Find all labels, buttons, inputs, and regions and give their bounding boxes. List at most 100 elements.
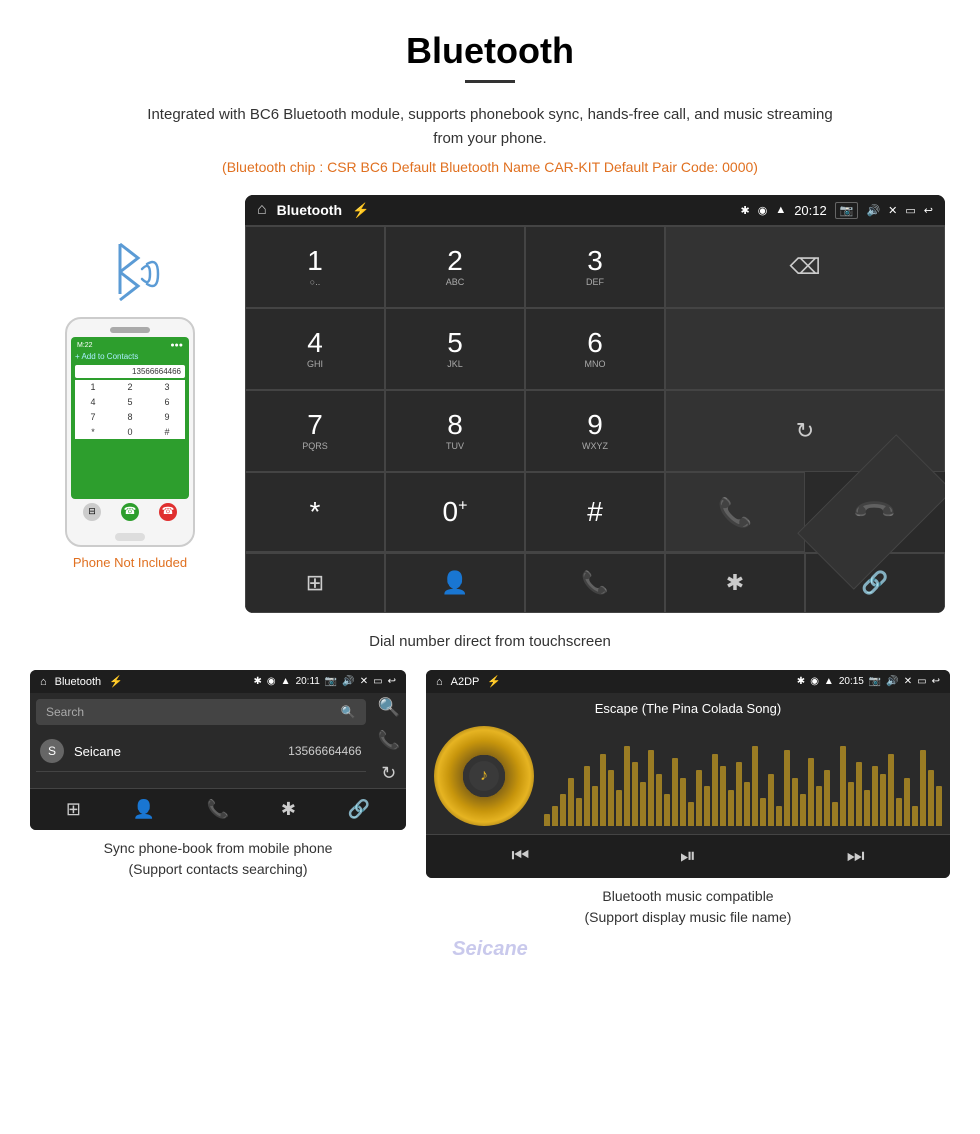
viz-bar (912, 806, 918, 826)
viz-bar (792, 778, 798, 826)
side-refresh-icon[interactable]: ↻ (381, 763, 396, 784)
home-icon[interactable]: ⌂ (257, 201, 267, 219)
dial-key-hash[interactable]: # (525, 472, 665, 552)
viz-bar (720, 766, 726, 826)
pb-contacts-icon[interactable]: 👤 (133, 799, 155, 820)
phone-home-button (115, 533, 145, 541)
music-toolbar: ⏮ ⏯ ⏭ (426, 834, 950, 878)
backspace-key[interactable]: ⌫ (665, 226, 945, 308)
viz-bar (632, 762, 638, 826)
pb-fs-icon[interactable]: ▭ (373, 676, 382, 687)
pb-camera-icon[interactable]: 📷 (325, 676, 337, 687)
phone-button[interactable]: 📞 (525, 553, 665, 613)
pb-bt-icon: ✱ (254, 676, 262, 687)
viz-bar (744, 782, 750, 826)
viz-bar (816, 786, 822, 826)
contact-name: Seicane (74, 744, 288, 759)
dial-key-2[interactable]: 2 ABC (385, 226, 525, 308)
music-vol-icon[interactable]: 🔊 (886, 676, 898, 687)
grid-view-button[interactable]: ⊞ (245, 553, 385, 613)
music-time: 20:15 (839, 676, 864, 687)
music-fs-icon[interactable]: ▭ (917, 676, 926, 687)
viz-bar (880, 774, 886, 826)
phonebook-screen-header: ⌂ Bluetooth ⚡ ✱ ◉ ▲ 20:11 📷 🔊 ✕ ▭ ↩ (30, 670, 406, 693)
search-icon[interactable]: 🔍 (341, 705, 356, 719)
phonebook-search-bar[interactable]: Search 🔍 (36, 699, 366, 725)
music-back-icon[interactable]: ↩ (932, 676, 940, 687)
dial-key-6[interactable]: 6 MNO (525, 308, 665, 390)
phone-mockup: M:22 ●●● + Add to Contacts 13566664466 1… (65, 317, 195, 547)
dial-key-5[interactable]: 5 JKL (385, 308, 525, 390)
dial-key-9[interactable]: 9 WXYZ (525, 390, 665, 472)
album-art-disc: ♪ (434, 726, 534, 826)
header-left: ⌂ Bluetooth ⚡ (257, 201, 369, 219)
viz-bar (656, 774, 662, 826)
pb-vol-icon[interactable]: 🔊 (342, 676, 354, 687)
music-close-icon[interactable]: ✕ (904, 676, 912, 687)
pb-title: Bluetooth (55, 676, 101, 688)
viz-bar (712, 754, 718, 826)
side-search-icon[interactable]: 🔍 (378, 697, 400, 718)
play-pause-button[interactable]: ⏯ (680, 845, 696, 868)
volume-icon[interactable]: 🔊 (866, 204, 880, 217)
viz-bar (672, 758, 678, 826)
pb-header-right: ✱ ◉ ▲ 20:11 📷 🔊 ✕ ▭ ↩ (254, 676, 396, 687)
dial-key-3[interactable]: 3 DEF (525, 226, 665, 308)
music-camera-icon[interactable]: 📷 (869, 676, 881, 687)
dial-key-8[interactable]: 8 TUV (385, 390, 525, 472)
phonebook-screen: ⌂ Bluetooth ⚡ ✱ ◉ ▲ 20:11 📷 🔊 ✕ ▭ ↩ (30, 670, 406, 830)
title-divider (465, 80, 515, 83)
music-screenshot-block: ⌂ A2DP ⚡ ✱ ◉ ▲ 20:15 📷 🔊 ✕ ▭ ↩ E (426, 670, 950, 928)
dial-key-star[interactable]: * (245, 472, 385, 552)
viz-bar (560, 794, 566, 826)
close-icon[interactable]: ✕ (888, 204, 897, 217)
pb-grid-icon[interactable]: ⊞ (66, 799, 81, 820)
viz-bar (592, 786, 598, 826)
empty-cell-1 (665, 308, 945, 390)
music-title: A2DP (451, 676, 480, 688)
music-signal-icon: ▲ (824, 676, 834, 687)
viz-bar (696, 770, 702, 826)
dial-key-1[interactable]: 1 ○.. (245, 226, 385, 308)
bluetooth-specs: (Bluetooth chip : CSR BC6 Default Blueto… (0, 159, 980, 175)
header-right: ✱ ◉ ▲ 20:12 📷 🔊 ✕ ▭ ↩ (740, 202, 933, 219)
pb-bt-icon2[interactable]: ✱ (281, 799, 296, 820)
dial-key-7[interactable]: 7 PQRS (245, 390, 385, 472)
viz-bar (728, 790, 734, 826)
viz-bar (544, 814, 550, 826)
viz-bar (568, 778, 574, 826)
pb-link-icon[interactable]: 🔗 (348, 799, 370, 820)
call-green-button[interactable]: 📞 (665, 472, 805, 552)
screen-title: Bluetooth (277, 202, 342, 218)
prev-track-button[interactable]: ⏮ (511, 845, 529, 868)
time-display: 20:12 (794, 203, 827, 218)
pb-call-icon[interactable]: 📞 (207, 799, 229, 820)
pb-header-left: ⌂ Bluetooth ⚡ (40, 675, 123, 688)
viz-bar (680, 778, 686, 826)
next-track-button[interactable]: ⏭ (847, 845, 865, 868)
music-header-right: ✱ ◉ ▲ 20:15 📷 🔊 ✕ ▭ ↩ (797, 676, 940, 687)
viz-bar (848, 782, 854, 826)
contacts-button[interactable]: 👤 (385, 553, 525, 613)
viz-bar (896, 798, 902, 826)
fullscreen-icon[interactable]: ▭ (905, 204, 915, 217)
dial-key-4[interactable]: 4 GHI (245, 308, 385, 390)
viz-bar (552, 806, 558, 826)
camera-icon[interactable]: 📷 (835, 202, 859, 219)
pb-close-icon[interactable]: ✕ (360, 676, 368, 687)
bluetooth-button[interactable]: ✱ (665, 553, 805, 613)
music-usb-icon: ⚡ (487, 675, 501, 688)
music-caption: Bluetooth music compatible (Support disp… (426, 886, 950, 928)
side-phone-icon[interactable]: 📞 (378, 730, 400, 751)
phone-not-included-label: Phone Not Included (73, 555, 187, 570)
usb-icon: ⚡ (352, 202, 369, 219)
phonebook-contact-entry[interactable]: S Seicane 13566664466 (36, 731, 366, 772)
back-icon[interactable]: ↩ (924, 204, 933, 217)
phonebook-side-icons: 🔍 📞 ↻ (372, 693, 406, 788)
viz-bar (920, 750, 926, 826)
phone-speaker (110, 327, 150, 333)
music-home-icon[interactable]: ⌂ (436, 676, 443, 688)
pb-back-icon[interactable]: ↩ (388, 676, 396, 687)
pb-home-icon[interactable]: ⌂ (40, 676, 47, 688)
dial-key-0[interactable]: 0+ (385, 472, 525, 552)
